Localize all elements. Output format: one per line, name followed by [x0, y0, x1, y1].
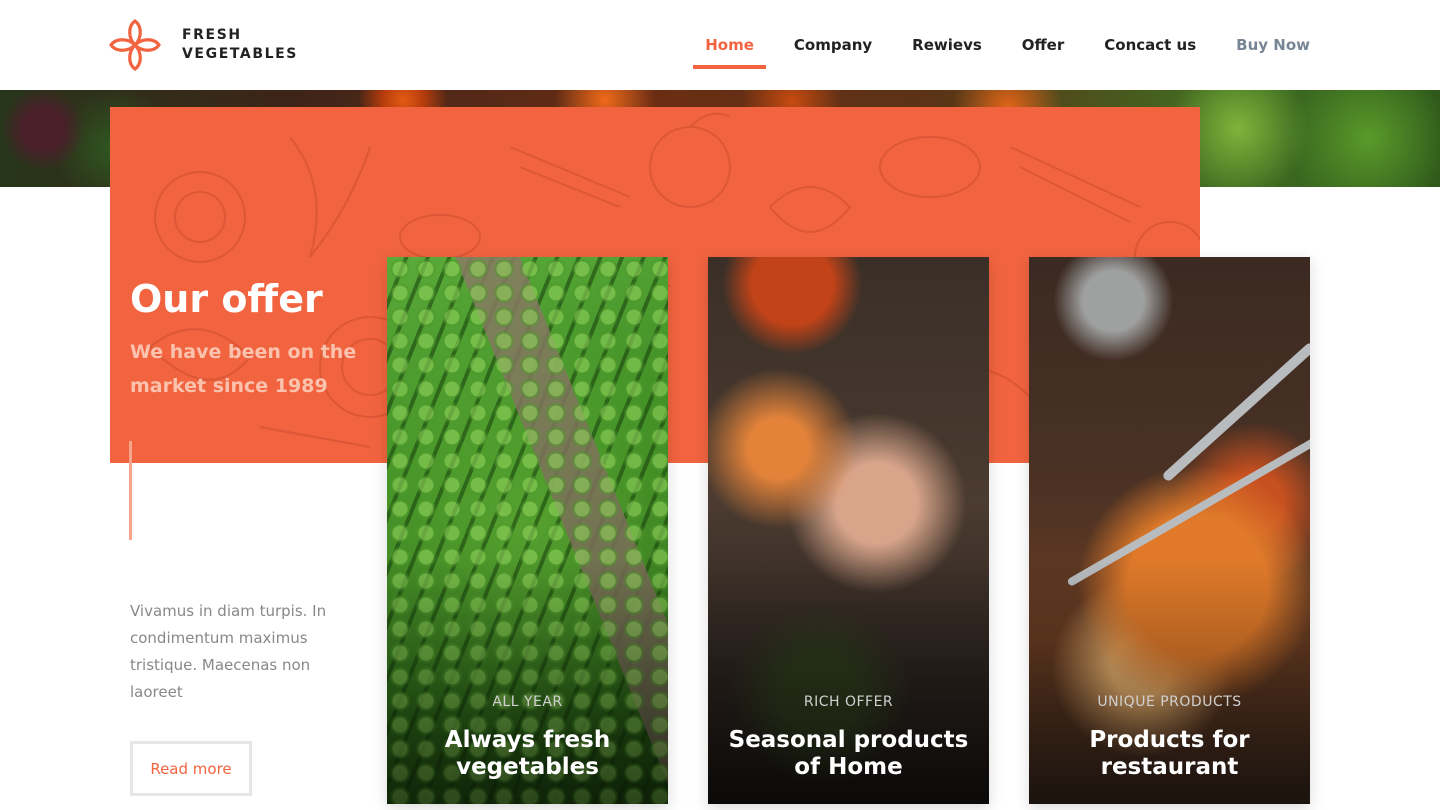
card-tag: ALL YEAR	[492, 694, 563, 710]
offer-description: Vivamus in diam turpis. In condimentum m…	[130, 602, 327, 701]
herb-cutting-image	[708, 257, 989, 804]
roasted-dish-image	[1029, 257, 1310, 804]
card-tag: UNIQUE PRODUCTS	[1097, 694, 1242, 710]
nav-company[interactable]: Company	[794, 0, 872, 90]
card-tag: RICH OFFER	[803, 694, 894, 710]
logo[interactable]: FRESH VEGETABLES	[108, 18, 298, 72]
nav-reviews[interactable]: Rewievs	[912, 0, 982, 90]
nav-contact[interactable]: Concact us	[1104, 0, 1196, 90]
logo-text: FRESH VEGETABLES	[182, 26, 298, 64]
site-header: FRESH VEGETABLES Home Company Rewievs Of…	[0, 0, 1440, 90]
card-restaurant-products[interactable]: UNIQUE PRODUCTS Products for restaurant	[1029, 257, 1310, 804]
offer-subtitle: We have been on the market since 1989	[130, 341, 357, 397]
nav-home[interactable]: Home	[693, 0, 766, 90]
accent-divider	[129, 441, 132, 540]
flower-icon	[109, 19, 161, 71]
nav-buy-now[interactable]: Buy Now	[1236, 0, 1310, 90]
card-fresh-vegetables[interactable]: ALL YEAR Always fresh vegetables	[387, 257, 668, 804]
brand-name-line2: VEGETABLES	[182, 46, 298, 62]
card-title: Products for restaurant	[1089, 727, 1250, 780]
nav-offer[interactable]: Offer	[1022, 0, 1064, 90]
card-title: Always fresh vegetables	[444, 727, 611, 780]
brand-name-line1: FRESH	[182, 27, 242, 43]
read-more-button[interactable]: Read more	[130, 741, 252, 796]
card-seasonal-products[interactable]: RICH OFFER Seasonal products of Home	[708, 257, 989, 804]
offer-title: Our offer	[130, 277, 323, 321]
card-title: Seasonal products of Home	[728, 727, 969, 780]
main-nav: Home Company Rewievs Offer Concact us Bu…	[665, 0, 1310, 90]
